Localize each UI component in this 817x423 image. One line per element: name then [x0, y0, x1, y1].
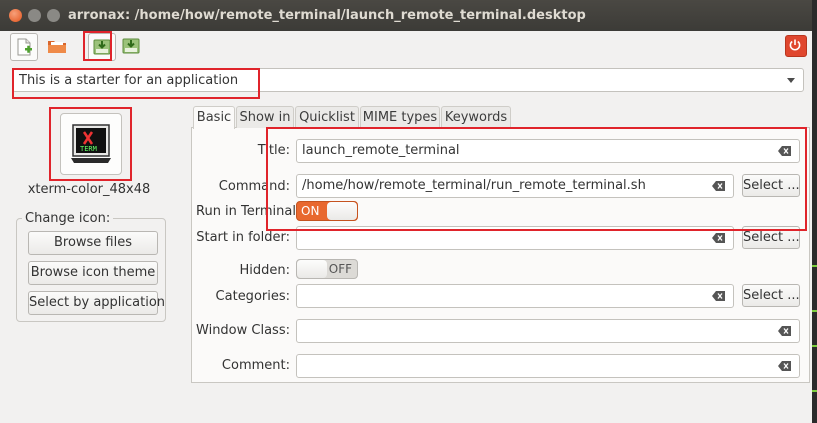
command-select-button[interactable]: Select ... — [742, 174, 800, 197]
quit-button[interactable] — [785, 35, 807, 57]
minimize-window-icon[interactable] — [28, 9, 41, 22]
maximize-window-icon[interactable] — [47, 9, 60, 22]
clear-icon[interactable] — [712, 181, 725, 191]
switch-knob — [297, 260, 327, 278]
new-file-icon — [17, 38, 32, 56]
power-icon — [789, 39, 801, 51]
window-title: arronax: /home/how/remote_terminal/launc… — [68, 8, 586, 23]
app-icon-button[interactable]: TERM — [60, 113, 122, 175]
hidden-label: Hidden: — [239, 263, 290, 278]
browse-files-button[interactable]: Browse files — [28, 231, 158, 255]
tab-basic[interactable]: Basic — [193, 106, 235, 129]
browse-icon-theme-button[interactable]: Browse icon theme — [28, 261, 158, 285]
command-value: /home/how/remote_terminal/run_remote_ter… — [302, 178, 646, 193]
tab-keywords[interactable]: Keywords — [441, 106, 511, 128]
save-button[interactable] — [88, 33, 116, 61]
title-value: launch_remote_terminal — [302, 143, 460, 158]
title-label: Title: — [257, 143, 290, 158]
main-window: arronax: /home/how/remote_terminal/launc… — [0, 0, 812, 423]
select-by-application-button[interactable]: Select by application — [28, 291, 165, 315]
title-input[interactable]: launch_remote_terminal — [296, 139, 800, 163]
save-as-button[interactable] — [118, 33, 144, 59]
clear-icon[interactable] — [778, 326, 791, 336]
window-class-input[interactable] — [296, 319, 800, 343]
comment-input[interactable] — [296, 354, 800, 378]
open-button[interactable] — [44, 33, 70, 59]
clear-icon[interactable] — [712, 233, 725, 243]
clear-icon[interactable] — [778, 146, 791, 156]
switch-knob — [327, 202, 357, 220]
clear-icon[interactable] — [712, 291, 725, 301]
categories-label: Categories: — [215, 289, 290, 304]
icon-name: xterm-color_48x48 — [27, 182, 151, 197]
command-label: Command: — [218, 179, 290, 194]
command-input[interactable]: /home/how/remote_terminal/run_remote_ter… — [296, 174, 734, 198]
run-in-terminal-label: Run in Terminal: — [196, 204, 301, 219]
categories-input[interactable] — [296, 284, 734, 308]
svg-text:TERM: TERM — [80, 145, 97, 153]
starter-combo-value: This is a starter for an application — [19, 73, 239, 88]
save-icon — [93, 39, 111, 55]
close-window-icon[interactable] — [9, 9, 22, 22]
comment-label: Comment: — [221, 358, 290, 373]
change-icon-label: Change icon: — [22, 211, 114, 226]
xterm-icon: TERM — [71, 124, 111, 163]
title-bar: arronax: /home/how/remote_terminal/launc… — [0, 0, 812, 31]
chevron-down-icon — [787, 78, 795, 83]
start-in-folder-label: Start in folder: — [196, 230, 290, 245]
tab-panel — [191, 127, 810, 383]
starter-combo[interactable]: This is a starter for an application — [12, 68, 804, 92]
hidden-switch[interactable]: OFF — [296, 259, 358, 279]
start-in-folder-input[interactable] — [296, 226, 734, 250]
background-terminal — [812, 0, 817, 423]
window-class-label: Window Class: — [196, 323, 290, 338]
tab-show-in[interactable]: Show in — [236, 106, 294, 128]
save-as-icon — [122, 38, 140, 54]
open-folder-icon — [48, 41, 66, 53]
start-in-folder-select-button[interactable]: Select ... — [742, 226, 800, 249]
tab-quicklist[interactable]: Quicklist — [295, 106, 359, 128]
new-button[interactable] — [10, 33, 38, 61]
tab-mime-types[interactable]: MIME types — [360, 106, 440, 128]
clear-icon[interactable] — [778, 361, 791, 371]
run-in-terminal-state: ON — [301, 204, 320, 218]
run-in-terminal-switch[interactable]: ON — [296, 201, 358, 221]
hidden-state: OFF — [328, 262, 352, 276]
categories-select-button[interactable]: Select ... — [742, 284, 800, 307]
